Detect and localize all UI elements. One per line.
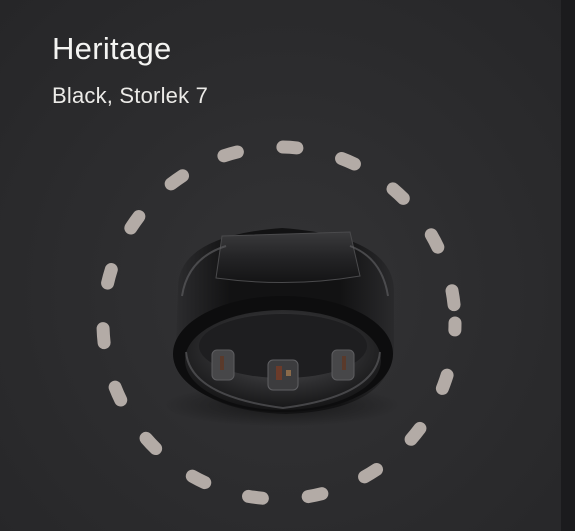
ring-size-screen: Heritage Black, Storlek 7 <box>0 0 575 531</box>
screen-edge <box>561 0 575 531</box>
smart-ring <box>173 228 394 414</box>
ring-visual <box>96 140 462 506</box>
